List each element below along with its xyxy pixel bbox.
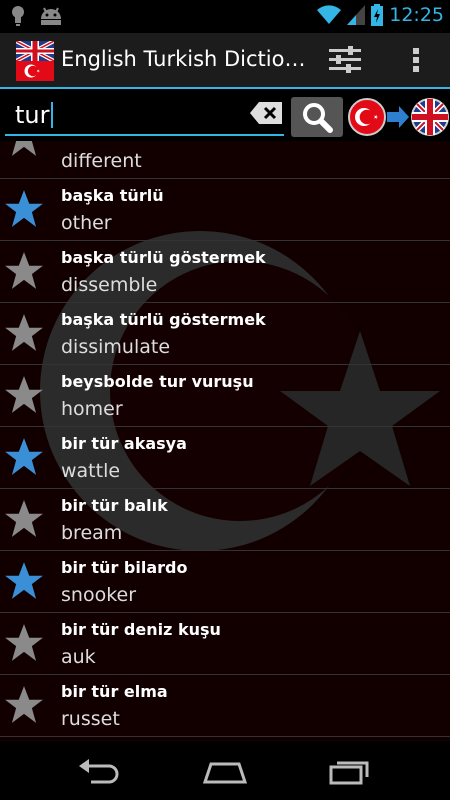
clock: 12:25: [389, 4, 444, 26]
back-button[interactable]: [55, 749, 145, 793]
turkish-term: bir tür akasya: [61, 434, 187, 453]
english-translation: bream: [61, 522, 123, 544]
star-icon[interactable]: [3, 560, 45, 602]
star-icon[interactable]: [3, 684, 45, 726]
language-direction-toggle[interactable]: [347, 96, 449, 138]
star-icon[interactable]: [3, 312, 45, 354]
list-item[interactable]: başka türlü other: [0, 178, 450, 240]
turkish-term: başka türlü göstermek: [61, 248, 266, 267]
status-bar: 12:25: [0, 0, 450, 33]
sliders-icon: [329, 46, 361, 73]
overflow-menu-button[interactable]: [388, 33, 444, 87]
list-item-partial[interactable]: different: [0, 141, 450, 179]
english-translation: homer: [61, 398, 123, 420]
star-icon[interactable]: [3, 188, 45, 230]
lightbulb-icon: [12, 6, 24, 26]
list-item[interactable]: beysbolde tur vuruşu homer: [0, 364, 450, 426]
turkish-term: bir tür elma: [61, 682, 168, 701]
turkish-term: beysbolde tur vuruşu: [61, 372, 254, 391]
app-flag-icon[interactable]: [16, 41, 54, 81]
turkish-term: bir tür balık: [61, 496, 168, 515]
list-item[interactable]: bir tür balık bream: [0, 488, 450, 550]
star-icon[interactable]: [3, 498, 45, 540]
battery-icon: [371, 4, 384, 26]
recent-apps-icon: [329, 761, 369, 785]
english-translation: auk: [61, 646, 96, 668]
turkish-term: bir tür bilardo: [61, 558, 188, 577]
english-translation: dissimulate: [61, 336, 171, 358]
turkish-term: bir tür deniz kuşu: [61, 620, 221, 639]
app-title: English Turkish Dictio…: [61, 47, 306, 71]
more-vertical-icon: [413, 48, 419, 72]
star-icon[interactable]: [3, 250, 45, 292]
action-bar: English Turkish Dictio…: [0, 33, 450, 89]
star-icon[interactable]: [3, 141, 45, 159]
turkish-term: başka türlü: [61, 186, 164, 205]
search-button[interactable]: [291, 97, 343, 137]
list-item[interactable]: bir tür elma russet: [0, 674, 450, 736]
turkish-term: başka türlü göstermek: [61, 310, 266, 329]
list-item[interactable]: başka türlü göstermek dissimulate: [0, 302, 450, 364]
english-translation: dissemble: [61, 274, 158, 296]
english-translation: different: [61, 150, 142, 172]
star-icon[interactable]: [3, 374, 45, 416]
star-icon[interactable]: [3, 436, 45, 478]
wifi-icon: [317, 5, 342, 25]
magnifier-icon: [303, 103, 333, 133]
signal-icon: [347, 5, 366, 25]
list-item[interactable]: bir tür bilardo snooker: [0, 550, 450, 612]
list-item[interactable]: bir tür deniz kuşu auk: [0, 612, 450, 674]
home-icon: [202, 762, 248, 784]
back-icon: [79, 759, 119, 784]
text-caret: [50, 102, 53, 128]
clear-text-icon[interactable]: [250, 102, 282, 124]
list-item[interactable]: başka türlü göstermek dissemble: [0, 240, 450, 302]
english-translation: snooker: [61, 584, 137, 606]
star-icon[interactable]: [3, 622, 45, 664]
navigation-bar: [0, 741, 450, 800]
search-input-text: tur: [15, 101, 50, 129]
settings-button[interactable]: [317, 33, 373, 87]
english-translation: other: [61, 212, 112, 234]
list-item[interactable]: bir tür akasya wattle: [0, 426, 450, 488]
search-input[interactable]: tur: [5, 98, 284, 136]
android-icon: [41, 7, 61, 25]
english-translation: russet: [61, 708, 120, 730]
english-translation: wattle: [61, 460, 121, 482]
results-list[interactable]: different başka türlü other başka türlü gö…: [0, 141, 450, 741]
home-button[interactable]: [180, 749, 270, 793]
recent-apps-button[interactable]: [305, 749, 395, 793]
